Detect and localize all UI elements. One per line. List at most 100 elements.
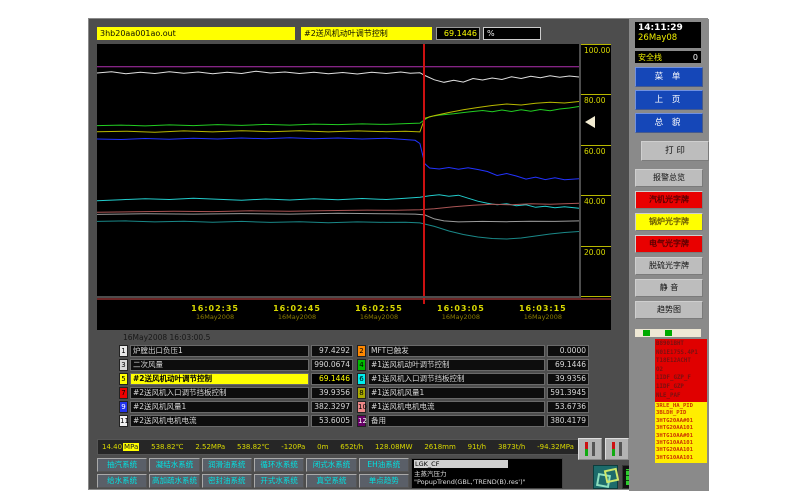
legend-color-key: 10 <box>357 401 366 413</box>
legend-row[interactable]: 9#2送风机风量1382.3297 <box>119 401 353 413</box>
menu-button[interactable]: 高加疏水系统 <box>149 474 199 488</box>
legend-row[interactable]: 5#2送风机动叶调节控制69.1446 <box>119 373 353 385</box>
link-icon[interactable] <box>593 465 618 489</box>
legend-row[interactable]: 12备用380.4179 <box>357 415 589 427</box>
security-label: 安全栈 <box>638 52 662 63</box>
x-axis-tick: 16:02:4516May2008 <box>273 304 321 321</box>
alarm-tag[interactable]: 1IDF_GZP_F <box>656 374 707 383</box>
status-value: 128.08MW <box>375 443 412 451</box>
point-tag-field[interactable]: 3hb20aa001ao.out <box>97 27 295 40</box>
legend-row[interactable]: 2MFT已触发0.0000 <box>357 345 589 357</box>
menu-button[interactable]: 凝结水系统 <box>149 458 199 472</box>
info-selected-entry[interactable]: LGK_CF <box>414 460 508 468</box>
legend-row[interactable]: 6#1送风机入口调节挡板控制39.9356 <box>357 373 589 385</box>
menu-button[interactable]: 循环水系统 <box>254 458 304 472</box>
x-tick-date: 16May2008 <box>437 313 485 321</box>
sidebar-nav-button[interactable]: 菜 单 <box>635 67 703 87</box>
trend-series-green <box>97 107 579 126</box>
legend-row[interactable]: 1炉膛出口负压197.4292 <box>119 345 353 357</box>
legend-row[interactable]: 8#1送风机风量1591.3945 <box>357 387 589 399</box>
alarm-tag[interactable]: 3HTG10AA101 <box>656 440 707 447</box>
indicator-tile-icon[interactable] <box>578 438 602 460</box>
alarm-tag[interactable]: 3HTG10AA#01 <box>656 433 707 440</box>
value-pointer-icon[interactable] <box>585 116 595 128</box>
alarm-tag[interactable]: 1IDF_GZP <box>656 383 707 392</box>
alarm-tag[interactable]: N01E175S.4P1 <box>656 349 707 358</box>
legend-color-key: 8 <box>357 387 366 399</box>
alarm-tag[interactable]: B8901BHT <box>656 340 707 349</box>
legend-row[interactable]: 3二次风量990.0674 <box>119 359 353 371</box>
legend-point-value: 69.1446 <box>311 373 353 385</box>
menu-button[interactable]: EH油系统 <box>359 458 409 472</box>
alarm-tag[interactable]: 3HTG20AA101 <box>656 425 707 432</box>
legend-row[interactable]: 10#1送风机电机电流53.6736 <box>357 401 589 413</box>
status-value: 2618mm <box>424 443 455 451</box>
sidebar-function-button[interactable]: 静 音 <box>635 279 703 297</box>
status-value: -94.32MPa <box>537 443 574 451</box>
menu-button[interactable]: 真空系统 <box>306 474 356 488</box>
legend-point-name: 二次风量 <box>130 359 309 371</box>
indicator-tile-icon[interactable] <box>605 438 629 460</box>
status-value: 538.82℃ <box>237 443 269 451</box>
alarm-tag[interactable]: T18E12ACHT <box>656 357 707 366</box>
green-mark-icon <box>643 330 650 336</box>
menu-button[interactable]: 开式水系统 <box>254 474 304 488</box>
alarm-tag[interactable]: O2 <box>656 366 707 375</box>
sidebar-function-button[interactable]: 锅炉光字牌 <box>635 213 703 231</box>
legend-point-value: 0.0000 <box>547 345 589 357</box>
clock-date: 26May08 <box>638 33 698 43</box>
point-unit-field: % <box>483 27 541 40</box>
alarm-tag[interactable]: 3HTG10AA101 <box>656 455 707 462</box>
plant-status-bar: 14.40MPa538.82℃2.52MPa538.82℃-120Pa0m652… <box>97 439 579 455</box>
menu-button[interactable]: 密封油系统 <box>202 474 252 488</box>
clock-panel: 14:11:29 26May08 <box>635 22 701 48</box>
sidebar-function-button[interactable]: 汽机光字牌 <box>635 191 703 209</box>
x-tick-date: 16May2008 <box>519 313 567 321</box>
legend-color-key: 1 <box>119 345 128 357</box>
legend-point-value: 53.6736 <box>547 401 589 413</box>
y-axis-tick: 60.00 <box>581 145 611 156</box>
sidebar-function-button[interactable]: 电气光字牌 <box>635 235 703 253</box>
time-cursor-line[interactable] <box>423 44 425 296</box>
trend-curves <box>97 44 579 296</box>
security-value: 0 <box>693 53 698 62</box>
status-value: 91t/h <box>468 443 486 451</box>
alarm-tag[interactable]: 3HTG20AA101 <box>656 447 707 454</box>
x-axis-tick: 16:02:3516May2008 <box>191 304 239 321</box>
alarm-tag[interactable]: NLE_PAF <box>656 392 707 401</box>
red-bar-icon <box>612 442 615 449</box>
trend-series-brown <box>97 203 579 212</box>
menu-button[interactable]: 给水系统 <box>97 474 147 488</box>
sidebar-nav-button[interactable]: 总 貌 <box>635 113 703 133</box>
menu-button[interactable]: 润滑油系统 <box>202 458 252 472</box>
sidebar-function-button[interactable]: 报警总览 <box>635 169 703 187</box>
menu-button[interactable]: 单点趋势 <box>359 474 409 488</box>
sidebar-function-button[interactable]: 趋势图 <box>635 301 703 319</box>
status-value: 652t/h <box>340 443 363 451</box>
status-value: 0m <box>317 443 328 451</box>
green-bar-icon <box>585 449 588 456</box>
legend-row[interactable]: 7#2送风机入口调节挡板控制39.9356 <box>119 387 353 399</box>
status-value-number: 14.40 <box>102 443 122 451</box>
legend-row[interactable]: 11#2送风机电机电流53.6005 <box>119 415 353 427</box>
legend-color-key: 2 <box>357 345 366 357</box>
menu-button[interactable]: 抽汽系统 <box>97 458 147 472</box>
scale-bar-icon <box>592 442 595 456</box>
legend-point-name: #2送风机风量1 <box>130 401 309 413</box>
clock-time: 14:11:29 <box>638 23 698 33</box>
trend-series-olive <box>97 102 579 133</box>
point-name-field[interactable]: #2送风机动叶调节控制 <box>301 27 432 40</box>
alarm-tag[interactable]: 3RLE_HA_PID <box>656 403 707 410</box>
status-value: -120Pa <box>281 443 305 451</box>
cursor-tick <box>423 298 425 304</box>
alarm-tag[interactable]: 3BLDH_PID <box>656 410 707 417</box>
menu-button[interactable]: 闭式水系统 <box>306 458 356 472</box>
trend-chart[interactable] <box>97 44 579 296</box>
x-axis-tick: 16:03:0516May2008 <box>437 304 485 321</box>
legend-row[interactable]: 4#1送风机动叶调节控制69.1446 <box>357 359 589 371</box>
sidebar-function-button[interactable]: 脱硫光字牌 <box>635 257 703 275</box>
alarm-tag[interactable]: 3HTG20AA#01 <box>656 418 707 425</box>
print-button[interactable]: 打 印 <box>641 141 709 161</box>
x-axis-tick: 16:02:5516May2008 <box>355 304 403 321</box>
sidebar-nav-button[interactable]: 上 页 <box>635 90 703 110</box>
